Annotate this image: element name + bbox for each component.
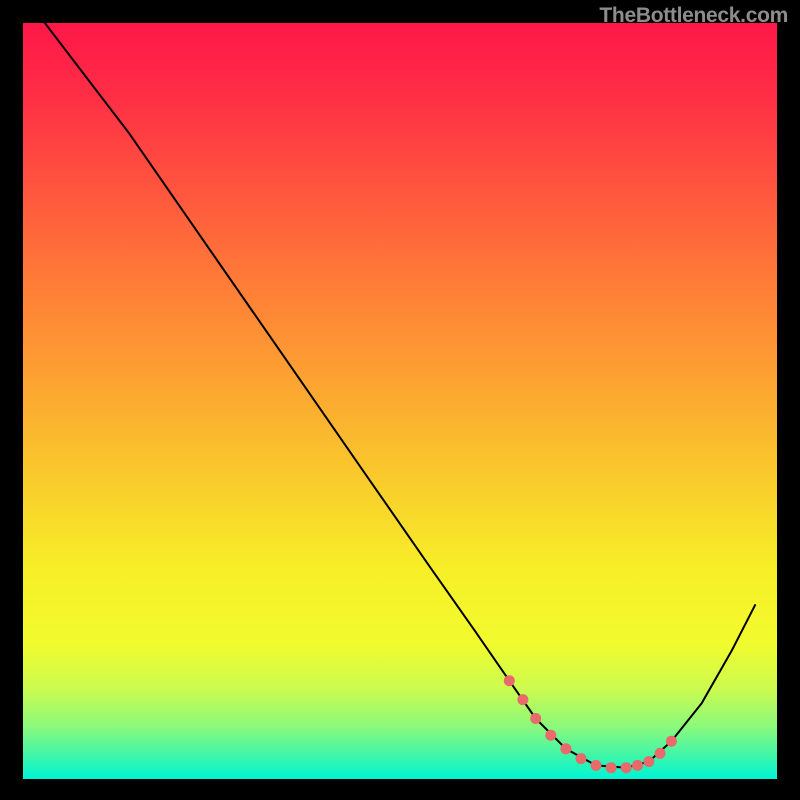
highlight-dot [545,730,556,741]
highlight-dot [643,756,654,767]
highlight-dot [504,675,515,686]
highlight-dot [517,694,528,705]
highlight-dot [606,762,617,773]
highlight-dot [530,713,541,724]
highlight-dot [560,743,571,754]
attribution-label: TheBottleneck.com [599,4,788,28]
highlight-dot [666,736,677,747]
plot-background [23,23,777,779]
highlight-dot [655,748,666,759]
highlight-dot [632,760,643,771]
highlight-dot [591,760,602,771]
highlight-dot [576,753,587,764]
chart-svg [0,0,800,800]
chart-container: TheBottleneck.com [0,0,800,800]
highlight-dot [621,762,632,773]
